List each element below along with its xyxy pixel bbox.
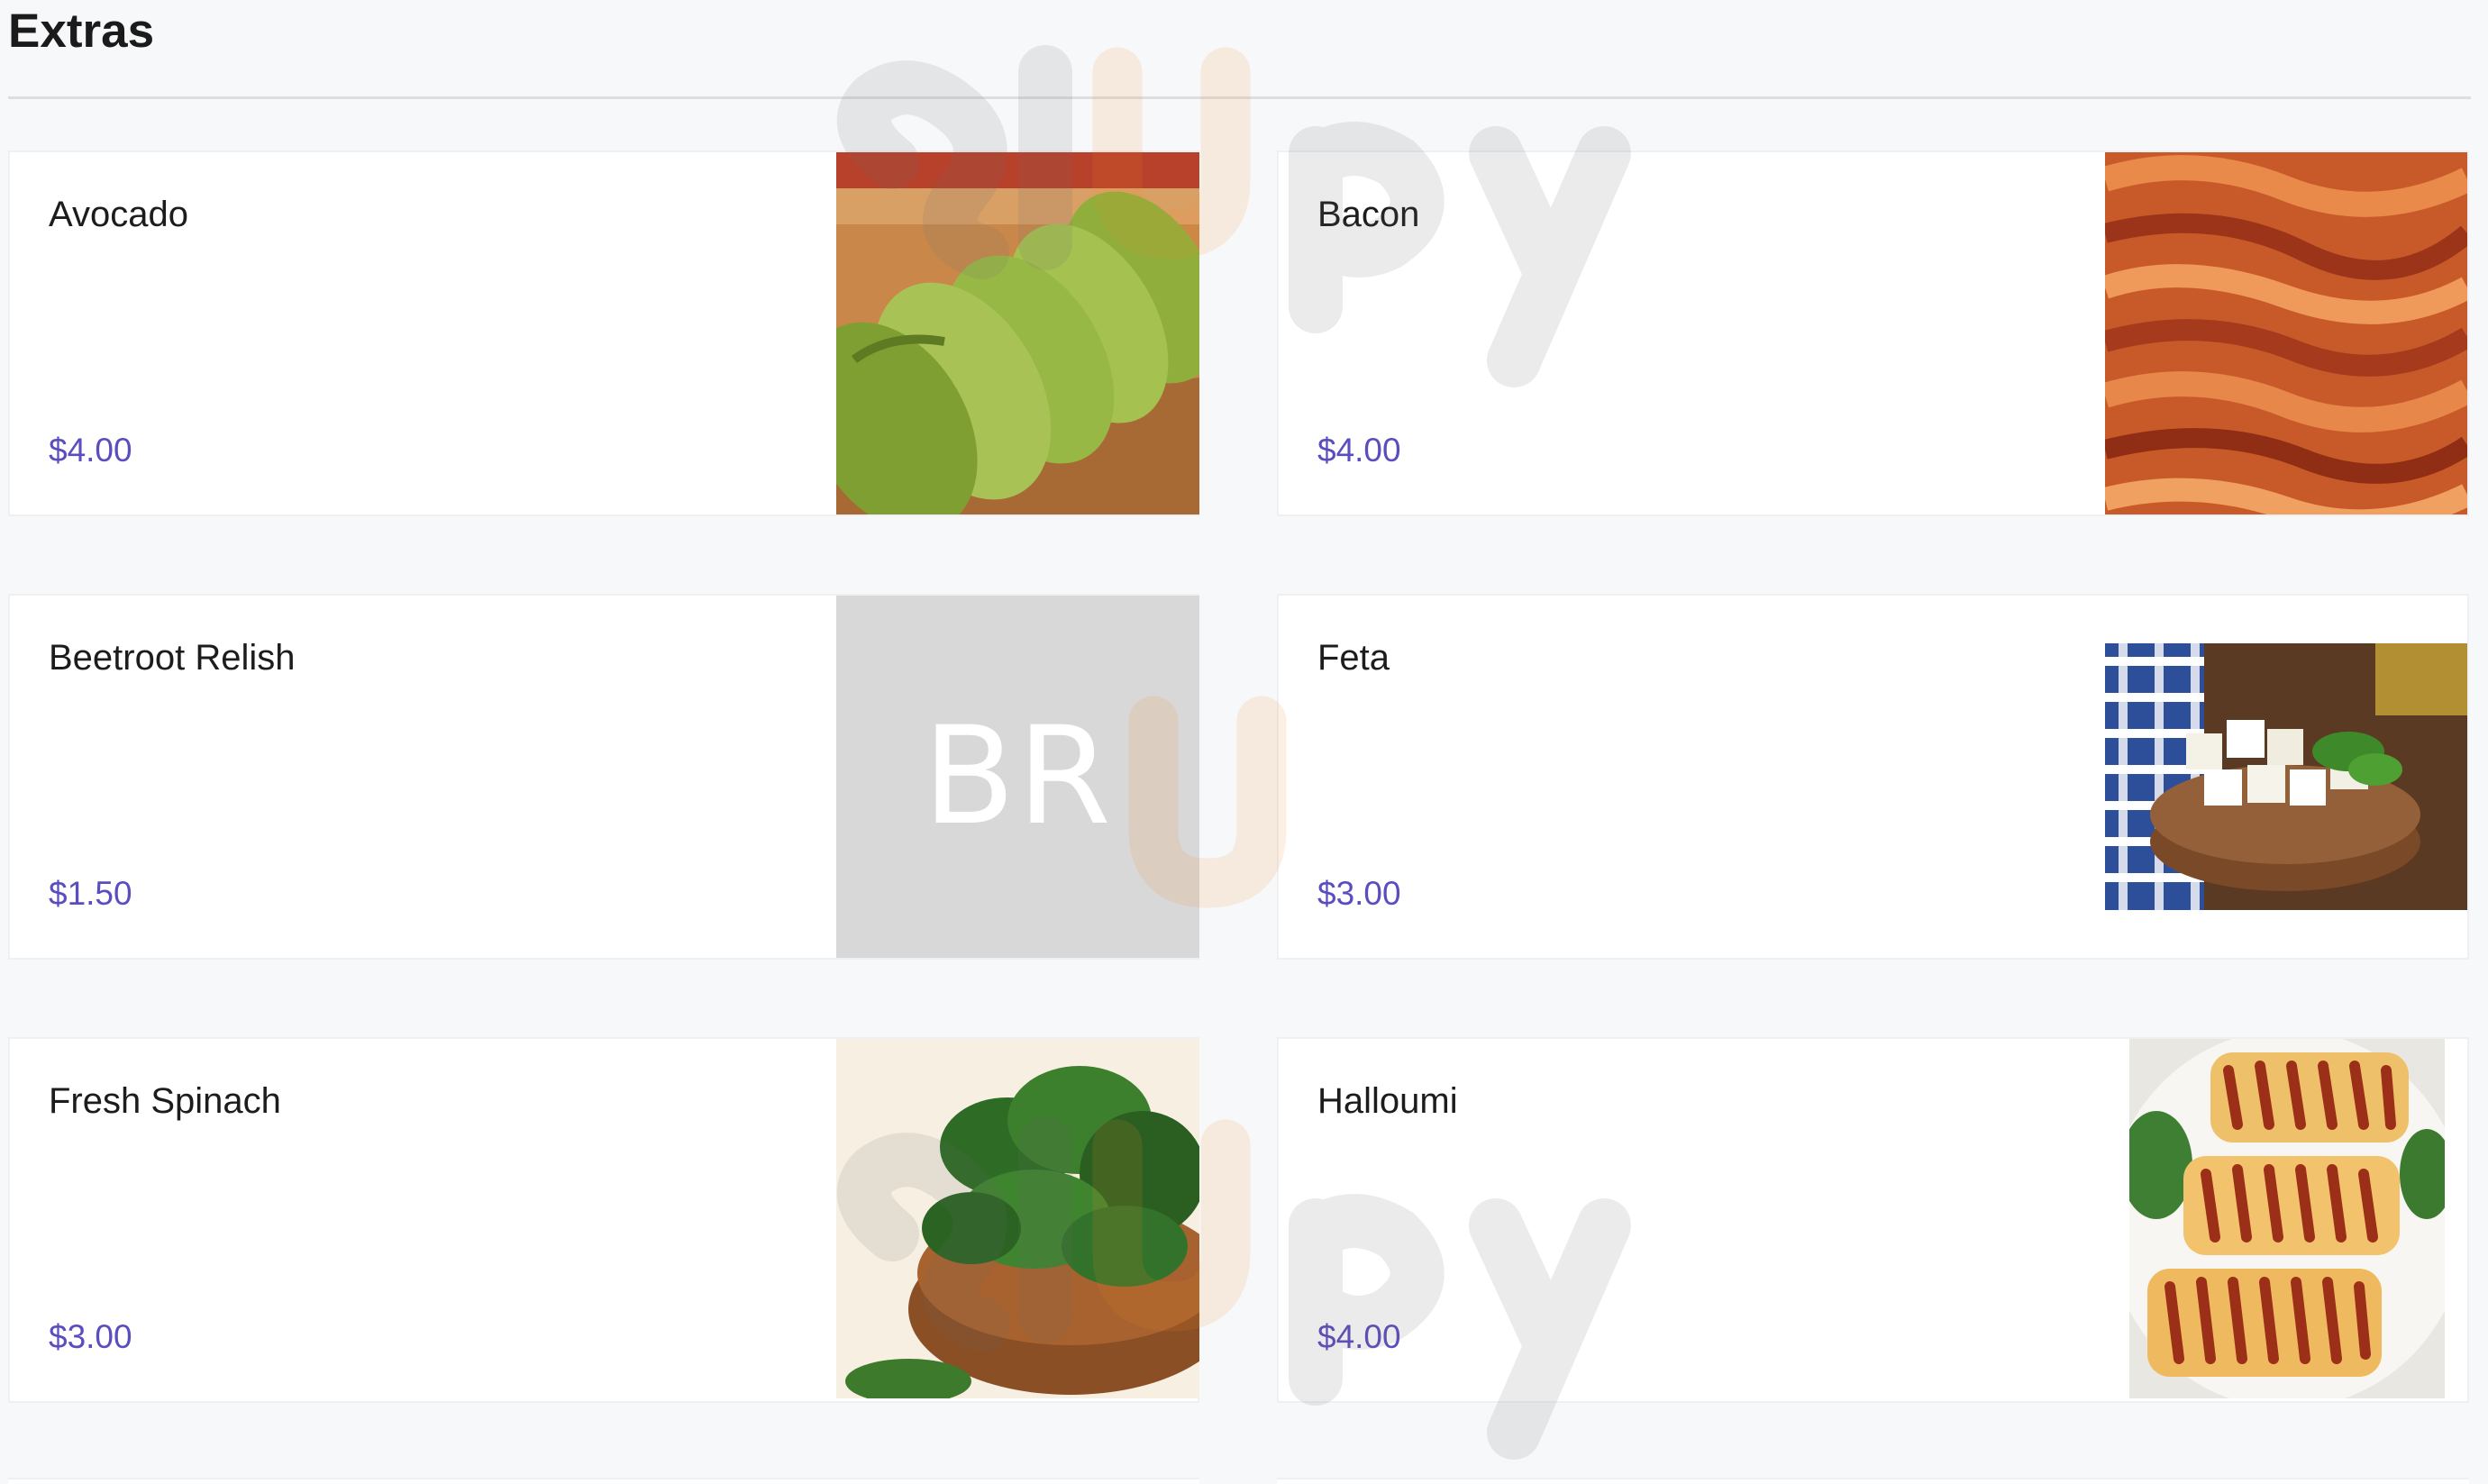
avocado-image[interactable] <box>836 152 1199 514</box>
item-name: Halloumi <box>1317 1081 1458 1121</box>
item-price: $4.00 <box>1317 1318 1401 1355</box>
halloumi-image[interactable] <box>2129 1039 2445 1398</box>
item-name: Avocado <box>49 195 188 234</box>
item-price: $3.00 <box>49 1318 132 1355</box>
bacon-image[interactable] <box>2105 152 2467 514</box>
item-name: Feta <box>1317 638 1390 678</box>
fresh-spinach-image[interactable] <box>836 1039 1199 1398</box>
item-price: $3.00 <box>1317 875 1401 912</box>
item-price: $1.50 <box>49 875 132 912</box>
item-name: Bacon <box>1317 195 1420 234</box>
menu-item-card-partial-left[interactable] <box>8 1478 1199 1484</box>
section-divider <box>8 96 2471 99</box>
page-title: Extras <box>8 5 155 58</box>
item-price: $4.00 <box>49 432 132 469</box>
feta-image[interactable] <box>2105 643 2467 910</box>
beetroot-relish-placeholder-image[interactable]: BR <box>836 596 1199 958</box>
item-price: $4.00 <box>1317 432 1401 469</box>
menu-item-card-partial-right[interactable] <box>1277 1478 2469 1484</box>
item-name: Beetroot Relish <box>49 638 296 678</box>
placeholder-initials: BR <box>922 698 1114 855</box>
item-name: Fresh Spinach <box>49 1081 281 1121</box>
